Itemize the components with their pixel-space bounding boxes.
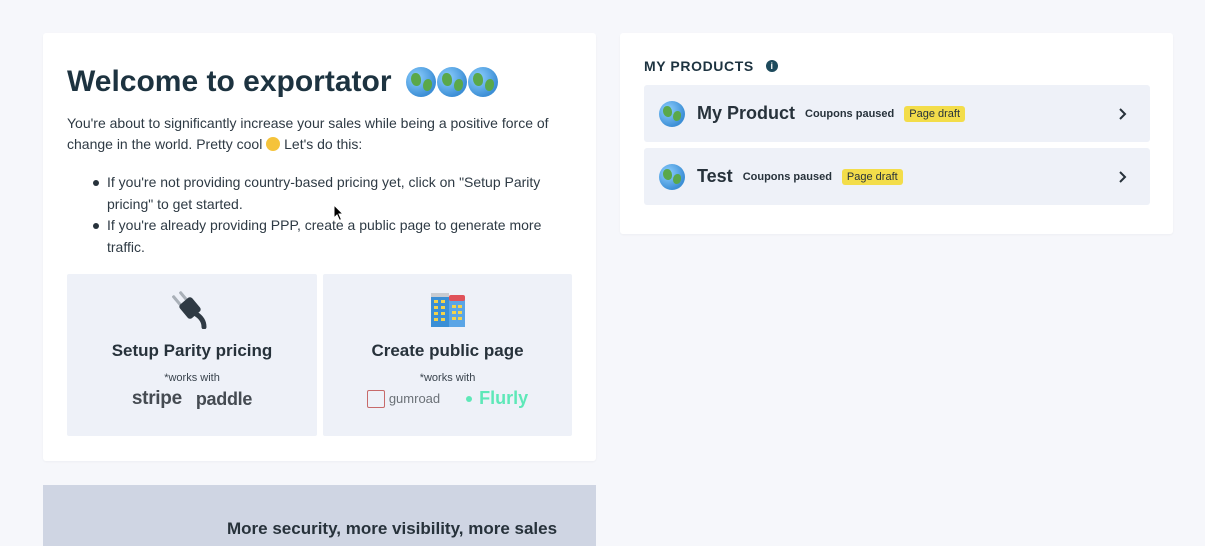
welcome-card: Welcome to exportator You're about to si… [43, 33, 596, 461]
flurly-logo-text: Flurly [479, 388, 529, 408]
promo-banner-text: More security, more visibility, more sal… [227, 519, 558, 538]
chevron-right-icon [1119, 108, 1127, 120]
setup-parity-pricing-button[interactable]: Setup Parity pricing *works with stripe … [67, 274, 317, 436]
setup-parity-pricing-title: Setup Parity pricing [111, 341, 273, 360]
product-row[interactable]: My Product Coupons paused Page draft [644, 85, 1150, 142]
create-public-page-button[interactable]: Create public page *works with gumroad F… [323, 274, 572, 436]
globe-icon [659, 163, 685, 190]
coupon-status: Coupons paused [805, 107, 895, 120]
welcome-title: Welcome to exportator [67, 65, 499, 99]
flurly-logo: Flurly [466, 388, 528, 409]
payment-logos: stripe paddle [67, 388, 317, 410]
product-name: My Product [697, 103, 796, 123]
platform-logos: gumroad Flurly [323, 388, 572, 409]
flurly-dot-icon [466, 395, 473, 402]
gumroad-logo-text: gumroad [388, 391, 441, 406]
coupon-status: Coupons paused [742, 170, 832, 183]
globe-icon [436, 67, 467, 97]
welcome-title-text: Welcome to exportator [67, 65, 392, 98]
product-row[interactable]: Test Coupons paused Page draft [644, 148, 1150, 205]
instructions-list: If you're not providing country-based pr… [83, 172, 573, 258]
globe-icon [467, 67, 498, 97]
paddle-logo: paddle [195, 388, 253, 409]
stripe-logo: stripe [131, 388, 182, 409]
globe-icon [405, 67, 436, 97]
plug-icon [172, 291, 207, 329]
intro-text: You're about to significantly increase y… [67, 113, 572, 155]
winking-face-icon [266, 137, 281, 151]
building-icon [430, 293, 465, 327]
gumroad-logo: gumroad [366, 389, 441, 408]
instruction-item: If you're not providing country-based pr… [83, 172, 573, 215]
intro-text-part2: Let's do this: [284, 136, 363, 152]
instruction-item: If you're already providing PPP, create … [83, 215, 573, 258]
my-products-heading: MY PRODUCTS i [644, 58, 778, 74]
my-products-card: MY PRODUCTS i My Product Coupons paused … [620, 33, 1173, 234]
page-status-badge: Page draft [904, 105, 966, 122]
page-status-badge: Page draft [841, 168, 903, 185]
works-with-label: *works with [419, 372, 476, 384]
globe-icons [405, 67, 499, 97]
chevron-right-icon [1119, 171, 1127, 183]
create-public-page-title: Create public page [371, 341, 524, 360]
promo-banner: More security, more visibility, more sal… [43, 485, 596, 546]
works-with-label: *works with [164, 372, 220, 384]
mouse-cursor-icon [333, 204, 345, 222]
product-name: Test [697, 166, 733, 186]
globe-icon [659, 100, 685, 127]
my-products-heading-text: MY PRODUCTS [644, 58, 754, 74]
gumroad-icon [366, 389, 385, 408]
info-icon[interactable]: i [765, 60, 778, 72]
